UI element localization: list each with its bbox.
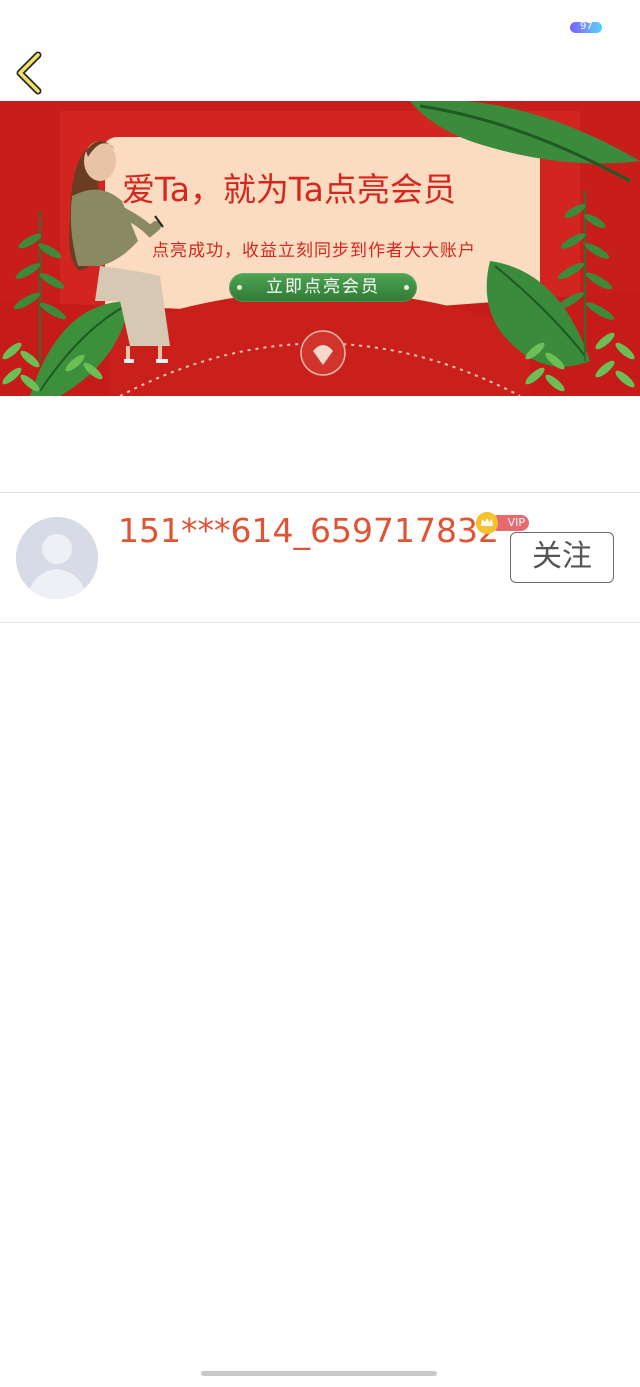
cta-label: 立即点亮会员 xyxy=(266,277,380,297)
username[interactable]: 151***614_659717832 xyxy=(118,511,499,550)
status-bar: 97 xyxy=(0,0,640,50)
battery-level: 97 xyxy=(580,22,593,32)
activate-membership-button[interactable]: 立即点亮会员 xyxy=(229,273,417,302)
chevron-left-icon xyxy=(16,51,42,95)
banner-subtitle: 点亮成功，收益立刻同步到作者大大账户 xyxy=(152,241,476,261)
default-avatar-icon[interactable] xyxy=(16,517,98,599)
user-list-item[interactable]: 151***614_659717832 VIP 关注 xyxy=(0,493,640,622)
follow-button[interactable]: 关注 xyxy=(510,532,614,583)
battery-icon: 97 xyxy=(570,22,602,33)
cta-dot-left xyxy=(237,285,242,290)
divider-bottom xyxy=(0,622,640,623)
membership-banner[interactable]: 爱Ta，就为Ta点亮会员 点亮成功，收益立刻同步到作者大大账户 立即点亮会员 xyxy=(0,101,640,396)
back-button[interactable] xyxy=(12,50,52,96)
banner-title: 爱Ta，就为Ta点亮会员 xyxy=(122,170,456,209)
home-indicator[interactable] xyxy=(201,1371,437,1376)
cta-dot-right xyxy=(404,285,409,290)
vip-badge: VIP xyxy=(476,512,530,534)
crown-icon xyxy=(476,512,498,534)
